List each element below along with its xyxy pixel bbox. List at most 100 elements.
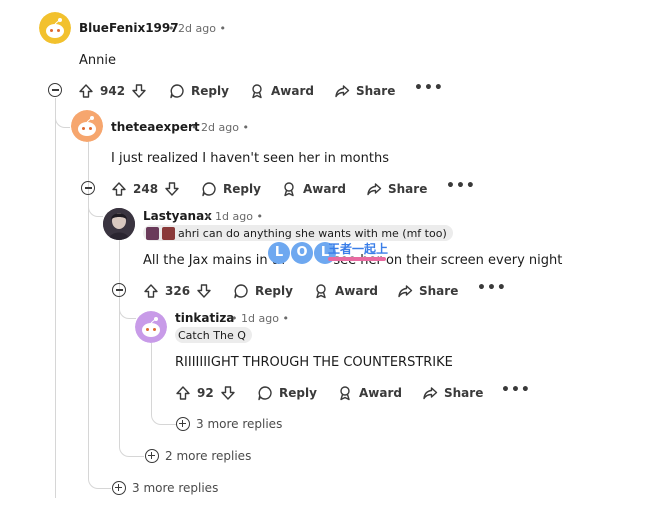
share-label: Share [419,284,459,298]
reply-button[interactable]: Reply [233,283,293,299]
comment-meta: • 2d ago • [191,121,249,134]
vote-score: 326 [165,284,191,298]
award-button[interactable]: Award [281,181,346,197]
reply-button[interactable]: Reply [257,385,317,401]
flair-emoji-icon [146,226,159,240]
share-icon [423,387,438,400]
downvote-icon[interactable] [220,385,236,401]
thread-branch-more-1 [88,474,111,489]
downvote-icon[interactable] [131,83,147,99]
more-replies-label: 3 more replies [196,417,283,431]
share-button[interactable]: Share [397,283,458,299]
comment-username[interactable]: theteaexpert [111,120,200,134]
expand-icon [112,481,126,495]
award-button[interactable]: Award [249,83,314,99]
thread-branch-2 [88,196,103,217]
reply-icon [258,386,272,401]
thread-branch-more-3 [151,408,176,425]
flair-emoji-icon [162,226,175,240]
flair-text: ahri can do anything she wants with me (… [178,226,447,240]
reply-label: Reply [255,284,293,298]
comment-age: 2d ago [178,22,216,35]
vote-score: 92 [197,386,214,400]
comment-body: RIIIIIIIGHT THROUGH THE COUNTERSTRIKE [175,355,453,370]
expand-icon [145,449,159,463]
vote-group: 92 [175,385,236,401]
reply-icon [170,84,184,99]
thread-branch-more-2 [119,442,144,457]
upvote-icon[interactable] [111,181,127,197]
watermark-underline [328,257,386,261]
reply-button[interactable]: Reply [169,83,229,99]
award-icon [316,284,326,299]
share-icon [335,85,350,98]
thread-line-level2 [119,240,120,443]
comment-username[interactable]: tinkatiza [175,311,234,325]
flair-text: Catch The Q [178,328,246,342]
upvote-icon[interactable] [78,83,94,99]
snoo-avatar-icon [71,110,103,142]
more-options-button[interactable]: ••• [446,178,476,194]
share-label: Share [444,386,484,400]
thread-line-level3 [151,343,152,409]
avatar[interactable] [135,311,167,343]
award-label: Award [271,84,314,98]
snoo-avatar-icon [39,12,71,44]
upvote-icon[interactable] [143,283,159,299]
comment-meta: • 2d ago • [168,22,226,35]
comment-username[interactable]: Lastyanax [143,209,212,223]
downvote-icon[interactable] [164,181,180,197]
avatar[interactable] [71,110,103,142]
collapse-thread-button[interactable] [81,181,95,195]
vote-group: 326 [143,283,212,299]
vote-score: 248 [133,182,159,196]
share-icon [367,183,382,196]
collapse-thread-button[interactable] [112,283,126,297]
award-icon [252,84,262,99]
award-icon [284,182,294,197]
more-replies-button[interactable]: 2 more replies [145,449,251,463]
share-label: Share [356,84,396,98]
comment-meta: • 1d ago • [231,312,289,325]
reply-button[interactable]: Reply [201,181,261,197]
share-icon [398,285,413,298]
upvote-icon[interactable] [175,385,191,401]
comment-body: I just realized I haven't seen her in mo… [111,151,389,166]
downvote-icon[interactable] [196,283,212,299]
watermark: L O L 王者一起上 [268,240,408,274]
avatar[interactable] [39,12,71,44]
share-button[interactable]: Share [334,83,395,99]
award-button[interactable]: Award [313,283,378,299]
award-label: Award [303,182,346,196]
collapse-thread-button[interactable] [48,83,62,97]
vote-score: 942 [100,84,126,98]
share-button[interactable]: Share [366,181,427,197]
vote-group: 248 [111,181,180,197]
award-button[interactable]: Award [337,385,402,401]
snoo-avatar-icon [135,311,167,343]
more-replies-button[interactable]: 3 more replies [176,417,282,431]
comment-age: 1d ago [215,210,253,223]
more-replies-label: 2 more replies [165,449,252,463]
more-options-button[interactable]: ••• [414,80,444,96]
user-flair: ahri can do anything she wants with me (… [143,225,453,241]
watermark-text: 王者一起上 [328,242,389,256]
vote-group: 942 [78,83,147,99]
more-replies-button[interactable]: 3 more replies [112,481,218,495]
comment-username[interactable]: BlueFenix1997 [79,21,179,35]
thread-branch-1 [55,105,70,128]
comment-age: 2d ago [201,121,239,134]
more-replies-label: 3 more replies [132,481,219,495]
more-options-button[interactable]: ••• [477,280,507,296]
user-photo-icon [103,208,135,240]
thread-branch-3 [119,298,136,319]
more-options-button[interactable]: ••• [501,382,531,398]
reply-label: Reply [223,182,261,196]
avatar[interactable] [103,208,135,240]
watermark-logo: L O L [268,242,336,264]
share-button[interactable]: Share [422,385,483,401]
share-label: Share [388,182,428,196]
user-flair: Catch The Q [175,327,252,343]
comment-meta: • 1d ago • [205,210,263,223]
reply-label: Reply [279,386,317,400]
